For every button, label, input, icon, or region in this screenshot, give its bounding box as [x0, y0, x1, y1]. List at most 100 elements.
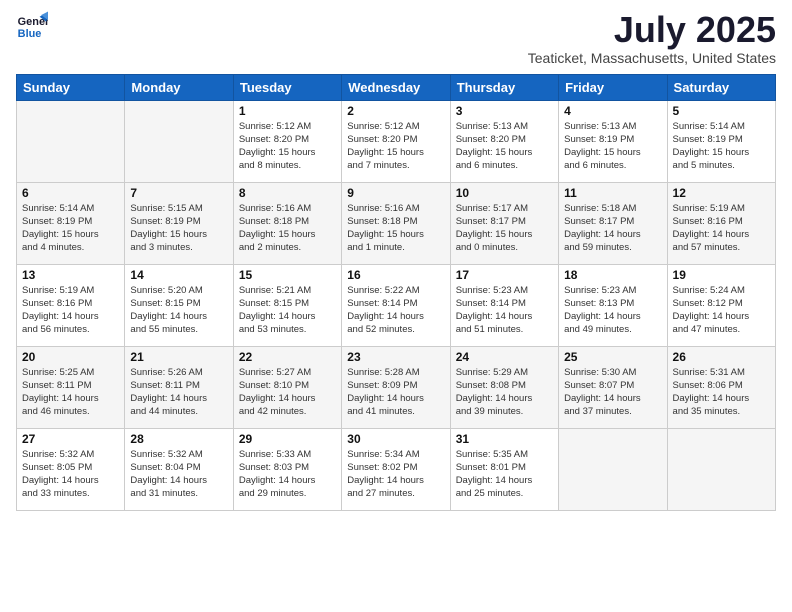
- day-info: Sunrise: 5:14 AM Sunset: 8:19 PM Dayligh…: [673, 120, 770, 173]
- table-row: [667, 428, 775, 510]
- day-number: 30: [347, 432, 444, 446]
- day-info: Sunrise: 5:25 AM Sunset: 8:11 PM Dayligh…: [22, 366, 119, 419]
- day-info: Sunrise: 5:19 AM Sunset: 8:16 PM Dayligh…: [22, 284, 119, 337]
- day-info: Sunrise: 5:12 AM Sunset: 8:20 PM Dayligh…: [239, 120, 336, 173]
- table-row: [17, 100, 125, 182]
- day-number: 12: [673, 186, 770, 200]
- logo: General Blue: [16, 10, 48, 42]
- calendar-table: Sunday Monday Tuesday Wednesday Thursday…: [16, 74, 776, 511]
- day-number: 3: [456, 104, 553, 118]
- day-number: 24: [456, 350, 553, 364]
- day-number: 4: [564, 104, 661, 118]
- table-row: 5 Sunrise: 5:14 AM Sunset: 8:19 PM Daylig…: [667, 100, 775, 182]
- day-number: 25: [564, 350, 661, 364]
- table-row: 2 Sunrise: 5:12 AM Sunset: 8:20 PM Daylig…: [342, 100, 450, 182]
- day-info: Sunrise: 5:18 AM Sunset: 8:17 PM Dayligh…: [564, 202, 661, 255]
- day-number: 17: [456, 268, 553, 282]
- table-row: 26 Sunrise: 5:31 AM Sunset: 8:06 PM Dayli…: [667, 346, 775, 428]
- day-number: 5: [673, 104, 770, 118]
- table-row: 6Sunrise: 5:14 AM Sunset: 8:19 PM Daylig…: [17, 182, 125, 264]
- table-row: 16Sunrise: 5:22 AM Sunset: 8:14 PM Dayli…: [342, 264, 450, 346]
- table-row: [559, 428, 667, 510]
- day-info: Sunrise: 5:30 AM Sunset: 8:07 PM Dayligh…: [564, 366, 661, 419]
- col-monday: Monday: [125, 74, 233, 100]
- day-info: Sunrise: 5:29 AM Sunset: 8:08 PM Dayligh…: [456, 366, 553, 419]
- table-row: 8 Sunrise: 5:16 AM Sunset: 8:18 PM Daylig…: [233, 182, 341, 264]
- day-info: Sunrise: 5:31 AM Sunset: 8:06 PM Dayligh…: [673, 366, 770, 419]
- day-info: Sunrise: 5:24 AM Sunset: 8:12 PM Dayligh…: [673, 284, 770, 337]
- table-row: 28 Sunrise: 5:32 AM Sunset: 8:04 PM Dayli…: [125, 428, 233, 510]
- table-row: 24 Sunrise: 5:29 AM Sunset: 8:08 PM Dayli…: [450, 346, 558, 428]
- header: General Blue July 2025 Teaticket, Massac…: [16, 10, 776, 66]
- day-info: Sunrise: 5:27 AM Sunset: 8:10 PM Dayligh…: [239, 366, 336, 419]
- svg-text:Blue: Blue: [18, 28, 42, 40]
- table-row: 22 Sunrise: 5:27 AM Sunset: 8:10 PM Dayli…: [233, 346, 341, 428]
- table-row: 12 Sunrise: 5:19 AM Sunset: 8:16 PM Dayli…: [667, 182, 775, 264]
- day-info: Sunrise: 5:20 AM Sunset: 8:15 PM Dayligh…: [130, 284, 227, 337]
- header-row: Sunday Monday Tuesday Wednesday Thursday…: [17, 74, 776, 100]
- table-row: 15Sunrise: 5:21 AM Sunset: 8:15 PM Dayli…: [233, 264, 341, 346]
- day-number: 16: [347, 268, 444, 282]
- day-info: Sunrise: 5:33 AM Sunset: 8:03 PM Dayligh…: [239, 448, 336, 501]
- day-info: Sunrise: 5:19 AM Sunset: 8:16 PM Dayligh…: [673, 202, 770, 255]
- day-number: 1: [239, 104, 336, 118]
- day-number: 26: [673, 350, 770, 364]
- day-info: Sunrise: 5:16 AM Sunset: 8:18 PM Dayligh…: [239, 202, 336, 255]
- location: Teaticket, Massachusetts, United States: [528, 50, 776, 66]
- calendar-week-row: 20Sunrise: 5:25 AM Sunset: 8:11 PM Dayli…: [17, 346, 776, 428]
- day-number: 9: [347, 186, 444, 200]
- month-title: July 2025: [528, 10, 776, 50]
- table-row: 31 Sunrise: 5:35 AM Sunset: 8:01 PM Dayli…: [450, 428, 558, 510]
- table-row: 19 Sunrise: 5:24 AM Sunset: 8:12 PM Dayli…: [667, 264, 775, 346]
- day-number: 22: [239, 350, 336, 364]
- day-number: 2: [347, 104, 444, 118]
- day-number: 8: [239, 186, 336, 200]
- day-info: Sunrise: 5:35 AM Sunset: 8:01 PM Dayligh…: [456, 448, 553, 501]
- col-tuesday: Tuesday: [233, 74, 341, 100]
- table-row: 1 Sunrise: 5:12 AM Sunset: 8:20 PM Daylig…: [233, 100, 341, 182]
- day-number: 10: [456, 186, 553, 200]
- table-row: 11 Sunrise: 5:18 AM Sunset: 8:17 PM Dayli…: [559, 182, 667, 264]
- page: General Blue July 2025 Teaticket, Massac…: [0, 0, 792, 521]
- table-row: 7Sunrise: 5:15 AM Sunset: 8:19 PM Daylig…: [125, 182, 233, 264]
- table-row: 29 Sunrise: 5:33 AM Sunset: 8:03 PM Dayli…: [233, 428, 341, 510]
- col-saturday: Saturday: [667, 74, 775, 100]
- day-info: Sunrise: 5:32 AM Sunset: 8:04 PM Dayligh…: [130, 448, 227, 501]
- logo-icon: General Blue: [16, 10, 48, 42]
- calendar-week-row: 6Sunrise: 5:14 AM Sunset: 8:19 PM Daylig…: [17, 182, 776, 264]
- day-number: 11: [564, 186, 661, 200]
- table-row: 13 Sunrise: 5:19 AM Sunset: 8:16 PM Dayli…: [17, 264, 125, 346]
- table-row: 17 Sunrise: 5:23 AM Sunset: 8:14 PM Dayli…: [450, 264, 558, 346]
- day-number: 6: [22, 186, 119, 200]
- day-number: 29: [239, 432, 336, 446]
- table-row: 9Sunrise: 5:16 AM Sunset: 8:18 PM Daylig…: [342, 182, 450, 264]
- table-row: [125, 100, 233, 182]
- day-number: 13: [22, 268, 119, 282]
- table-row: 10 Sunrise: 5:17 AM Sunset: 8:17 PM Dayli…: [450, 182, 558, 264]
- table-row: 25 Sunrise: 5:30 AM Sunset: 8:07 PM Dayli…: [559, 346, 667, 428]
- table-row: 27 Sunrise: 5:32 AM Sunset: 8:05 PM Dayli…: [17, 428, 125, 510]
- col-wednesday: Wednesday: [342, 74, 450, 100]
- day-number: 31: [456, 432, 553, 446]
- day-info: Sunrise: 5:32 AM Sunset: 8:05 PM Dayligh…: [22, 448, 119, 501]
- calendar-week-row: 1 Sunrise: 5:12 AM Sunset: 8:20 PM Daylig…: [17, 100, 776, 182]
- day-number: 28: [130, 432, 227, 446]
- calendar-week-row: 27 Sunrise: 5:32 AM Sunset: 8:05 PM Dayli…: [17, 428, 776, 510]
- day-info: Sunrise: 5:34 AM Sunset: 8:02 PM Dayligh…: [347, 448, 444, 501]
- day-number: 15: [239, 268, 336, 282]
- calendar-week-row: 13 Sunrise: 5:19 AM Sunset: 8:16 PM Dayli…: [17, 264, 776, 346]
- table-row: 23Sunrise: 5:28 AM Sunset: 8:09 PM Dayli…: [342, 346, 450, 428]
- day-info: Sunrise: 5:15 AM Sunset: 8:19 PM Dayligh…: [130, 202, 227, 255]
- table-row: 18Sunrise: 5:23 AM Sunset: 8:13 PM Dayli…: [559, 264, 667, 346]
- day-number: 27: [22, 432, 119, 446]
- day-number: 21: [130, 350, 227, 364]
- col-thursday: Thursday: [450, 74, 558, 100]
- day-info: Sunrise: 5:23 AM Sunset: 8:14 PM Dayligh…: [456, 284, 553, 337]
- day-number: 14: [130, 268, 227, 282]
- table-row: 30 Sunrise: 5:34 AM Sunset: 8:02 PM Dayli…: [342, 428, 450, 510]
- col-sunday: Sunday: [17, 74, 125, 100]
- day-info: Sunrise: 5:12 AM Sunset: 8:20 PM Dayligh…: [347, 120, 444, 173]
- day-number: 19: [673, 268, 770, 282]
- table-row: 14 Sunrise: 5:20 AM Sunset: 8:15 PM Dayli…: [125, 264, 233, 346]
- day-info: Sunrise: 5:17 AM Sunset: 8:17 PM Dayligh…: [456, 202, 553, 255]
